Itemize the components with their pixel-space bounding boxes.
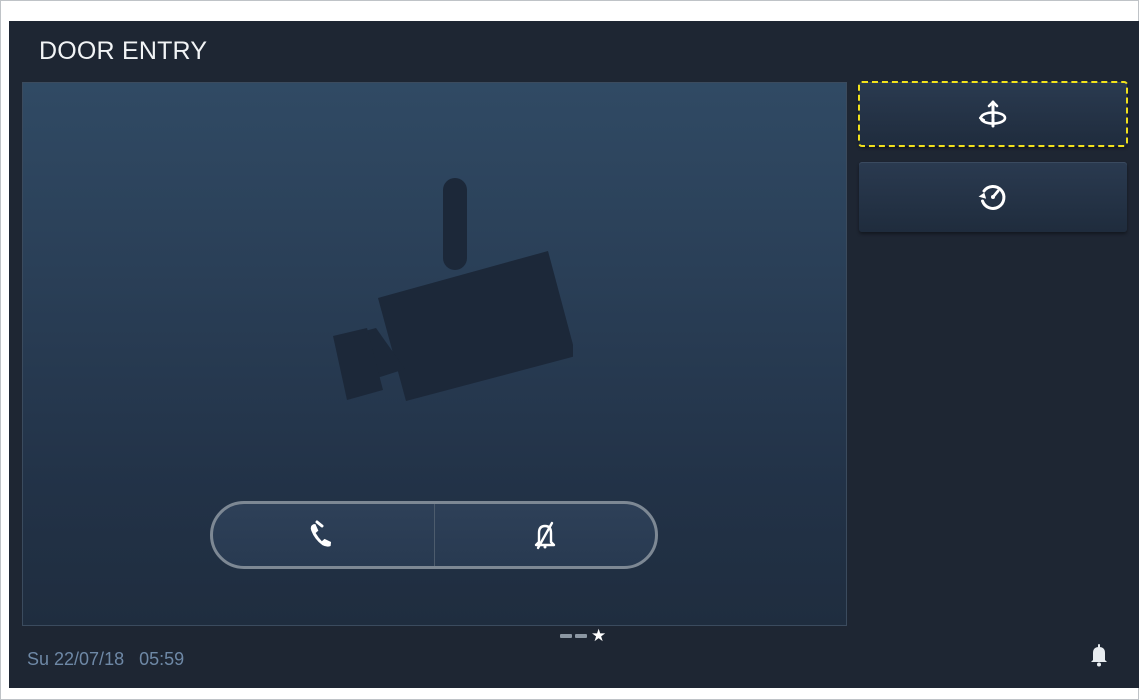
bell-muted-icon xyxy=(534,521,555,550)
history-button[interactable] xyxy=(859,162,1127,232)
app-frame: DOOR ENTRY ★ Su 22/07/18 05:59 xyxy=(0,0,1139,700)
page-dot[interactable] xyxy=(575,633,587,638)
rotate-view-button[interactable] xyxy=(858,81,1128,147)
accept-call-button[interactable] xyxy=(213,504,434,566)
call-control-bar xyxy=(210,501,658,569)
rotate-view-icon xyxy=(978,100,1007,128)
security-camera-icon xyxy=(333,178,573,401)
history-icon xyxy=(978,184,1006,210)
current-page-star: ★ xyxy=(591,626,607,645)
page-indicator[interactable]: ★ xyxy=(560,627,606,644)
mute-ringer-button[interactable] xyxy=(435,504,656,566)
bell-icon[interactable] xyxy=(1089,643,1109,667)
video-feed xyxy=(22,82,847,626)
phone-handset-icon xyxy=(311,520,332,547)
date-time-display: Su 22/07/18 05:59 xyxy=(27,649,185,669)
page-title: DOOR ENTRY xyxy=(39,37,208,65)
door-entry-screen: DOOR ENTRY ★ Su 22/07/18 05:59 xyxy=(9,21,1139,688)
page-dot[interactable] xyxy=(560,633,572,638)
